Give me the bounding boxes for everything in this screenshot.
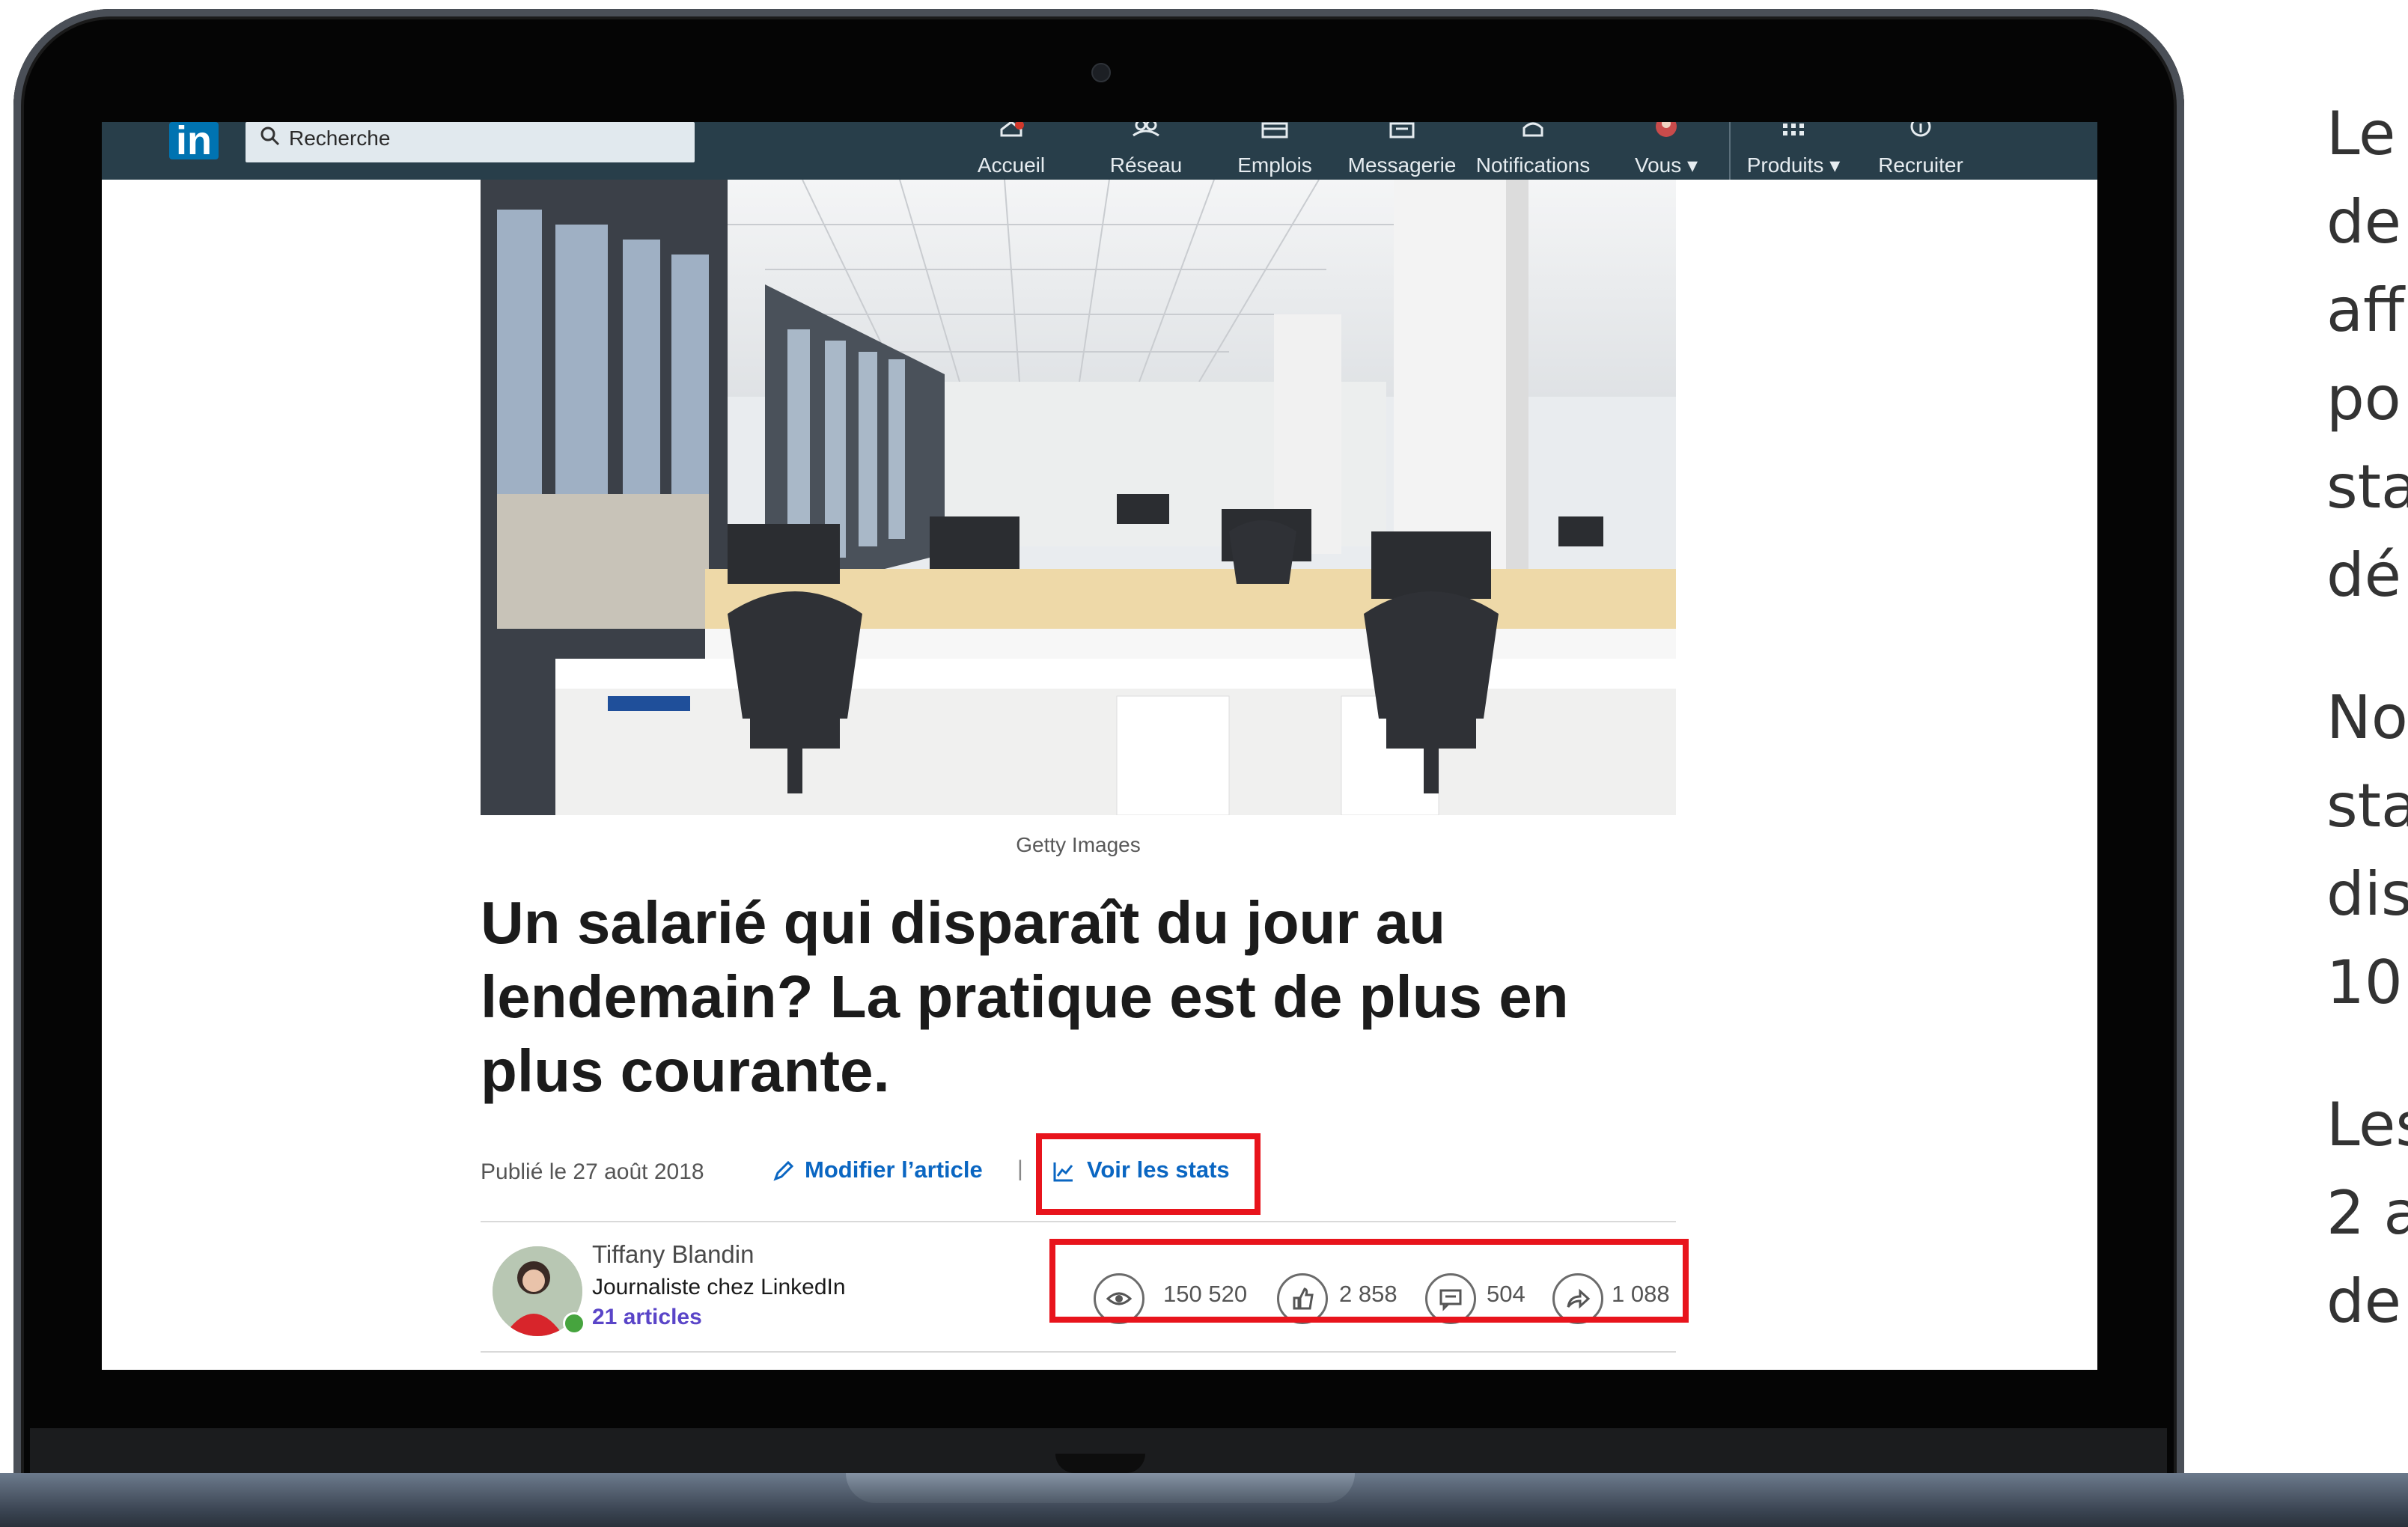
home-icon: [1000, 122, 1024, 137]
pencil-icon: [773, 1160, 794, 1181]
author-articles-link[interactable]: 21 articles: [592, 1305, 702, 1330]
avatar: [1656, 122, 1677, 137]
divider: [481, 1351, 1676, 1353]
bell-icon: [1522, 122, 1543, 137]
edit-article-label: Modifier l’article: [805, 1156, 983, 1183]
edit-article-link[interactable]: Modifier l’article: [772, 1156, 983, 1183]
network-icon: [1133, 122, 1159, 137]
image-credit: Getty Images: [1016, 833, 1141, 856]
side-line: aff: [2326, 275, 2405, 345]
article-title: Un salarié qui disparaît du jour au lend…: [481, 889, 1569, 1104]
article-cover-image: [481, 180, 1676, 815]
side-line: de: [2326, 187, 2401, 257]
stats-row-highlight: [1049, 1239, 1689, 1323]
nav-network[interactable]: Réseau: [1105, 122, 1187, 180]
side-caption: Le de aff po sta dé No sta dis 10 Les 2 …: [2326, 90, 2408, 1400]
side-line: 10: [2326, 948, 2403, 1017]
camera: [1091, 63, 1111, 82]
nav-recruiter[interactable]: Recruiter: [1861, 122, 1981, 180]
side-line: 2 a: [2326, 1178, 2408, 1248]
link-separator: |: [1017, 1156, 1023, 1181]
divider: [481, 1221, 1676, 1222]
laptop-hinge: [846, 1473, 1355, 1503]
laptop-notch: [1055, 1454, 1145, 1473]
grid-icon: [1783, 124, 1804, 135]
linkedin-navbar: in Recherche Accueil Réseau Emplois Mess…: [102, 122, 2097, 180]
nav-home[interactable]: Accueil: [970, 122, 1052, 180]
side-line: dis: [2326, 859, 2408, 929]
side-line: dé: [2326, 540, 2401, 610]
side-line: po: [2326, 364, 2401, 433]
recruiter-icon: [1910, 122, 1931, 137]
stats-link-highlight: [1036, 1133, 1261, 1215]
messaging-icon: [1389, 122, 1415, 138]
search-input[interactable]: Recherche: [246, 122, 695, 162]
laptop-screen: in Recherche Accueil Réseau Emplois Mess…: [102, 122, 2097, 1370]
nav-divider: [1729, 122, 1731, 180]
nav-jobs[interactable]: Emplois: [1230, 122, 1320, 180]
side-line: No: [2326, 683, 2408, 752]
side-line: de: [2326, 1267, 2401, 1336]
search-placeholder: Recherche: [289, 127, 391, 150]
side-line: Le: [2326, 99, 2396, 168]
nav-me[interactable]: Vous ▾: [1621, 122, 1711, 180]
search-icon: [260, 127, 280, 146]
author-name[interactable]: Tiffany Blandin: [592, 1240, 754, 1269]
publish-date: Publié le 27 août 2018: [481, 1159, 704, 1184]
nav-products[interactable]: Produits ▾: [1734, 122, 1853, 180]
jobs-icon: [1261, 122, 1288, 138]
author-role: Journaliste chez LinkedIn: [592, 1275, 846, 1299]
linkedin-logo[interactable]: in: [169, 122, 219, 161]
nav-notifications[interactable]: Notifications: [1466, 122, 1600, 180]
side-line: Les: [2326, 1090, 2408, 1159]
side-line: sta: [2326, 452, 2408, 522]
side-line: sta: [2326, 771, 2408, 841]
online-status-indicator: [563, 1312, 585, 1335]
nav-messaging[interactable]: Messagerie: [1338, 122, 1466, 180]
